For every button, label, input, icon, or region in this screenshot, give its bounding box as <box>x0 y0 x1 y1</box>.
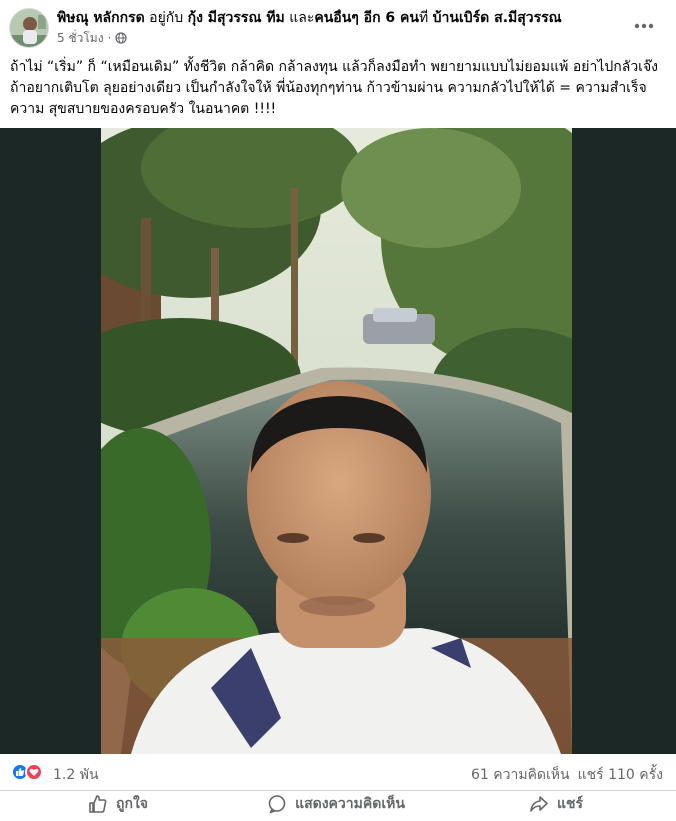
share-icon <box>530 796 548 812</box>
love-icon <box>25 763 43 781</box>
more-options-button[interactable] <box>632 14 656 38</box>
post-media-container <box>0 128 676 754</box>
reaction-count[interactable]: 1.2 พัน <box>53 764 99 786</box>
reaction-icons[interactable] <box>11 763 43 781</box>
post-photo[interactable] <box>101 128 572 754</box>
at-text: ที่ <box>418 10 429 26</box>
reactions-bar: 1.2 พัน 61 ความคิดเห็น แชร์ 110 ครั้ง <box>0 754 676 791</box>
meta-separator: · <box>107 31 112 45</box>
share-count[interactable]: แชร์ 110 ครั้ง <box>578 764 663 786</box>
with-text: อยู่กับ <box>149 10 184 26</box>
and-text: และ <box>289 10 315 26</box>
share-label: แชร์ <box>556 796 584 812</box>
post-meta: 5 ชั่วโมง · <box>57 30 127 46</box>
globe-icon[interactable] <box>115 32 127 44</box>
action-bar: ถูกใจ แสดงความคิดเห็น แชร์ <box>0 791 676 821</box>
engagement-stats: 61 ความคิดเห็น แชร์ 110 ครั้ง <box>471 764 663 786</box>
more-options-icon <box>634 23 654 29</box>
post-attribution-line: พิษณุ หลักกรด อยู่กับ กุ้ง มีสุวรรณ ทีม … <box>57 9 628 28</box>
author-avatar[interactable] <box>9 8 49 48</box>
like-label: ถูกใจ <box>116 796 148 812</box>
post-header: พิษณุ หลักกรด อยู่กับ กุ้ง มีสุวรรณ ทีม … <box>0 0 676 52</box>
like-button[interactable]: ถูกใจ <box>0 791 236 817</box>
comment-button[interactable]: แสดงความคิดเห็น <box>236 791 436 817</box>
thumbs-up-icon <box>89 795 107 813</box>
post-message: ถ้าไม่ “เริ่ม” ก็ “เหมือนเดิม” ทั้งชีวิต… <box>10 59 658 117</box>
author-name-link[interactable]: พิษณุ หลักกรด <box>57 10 145 26</box>
tagged-person-link[interactable]: กุ้ง มีสุวรรณ ทีม <box>188 10 285 26</box>
location-link[interactable]: บ้านเบิร์ด ส.มีสุวรรณ <box>433 10 562 26</box>
others-tagged-link[interactable]: คนอื่นๆ อีก 6 คน <box>314 10 419 26</box>
comment-icon <box>268 795 286 814</box>
comment-count[interactable]: 61 ความคิดเห็น <box>471 764 570 786</box>
share-button[interactable]: แชร์ <box>436 791 676 817</box>
comment-label: แสดงความคิดเห็น <box>295 796 405 812</box>
post-timestamp[interactable]: 5 ชั่วโมง <box>57 30 104 46</box>
